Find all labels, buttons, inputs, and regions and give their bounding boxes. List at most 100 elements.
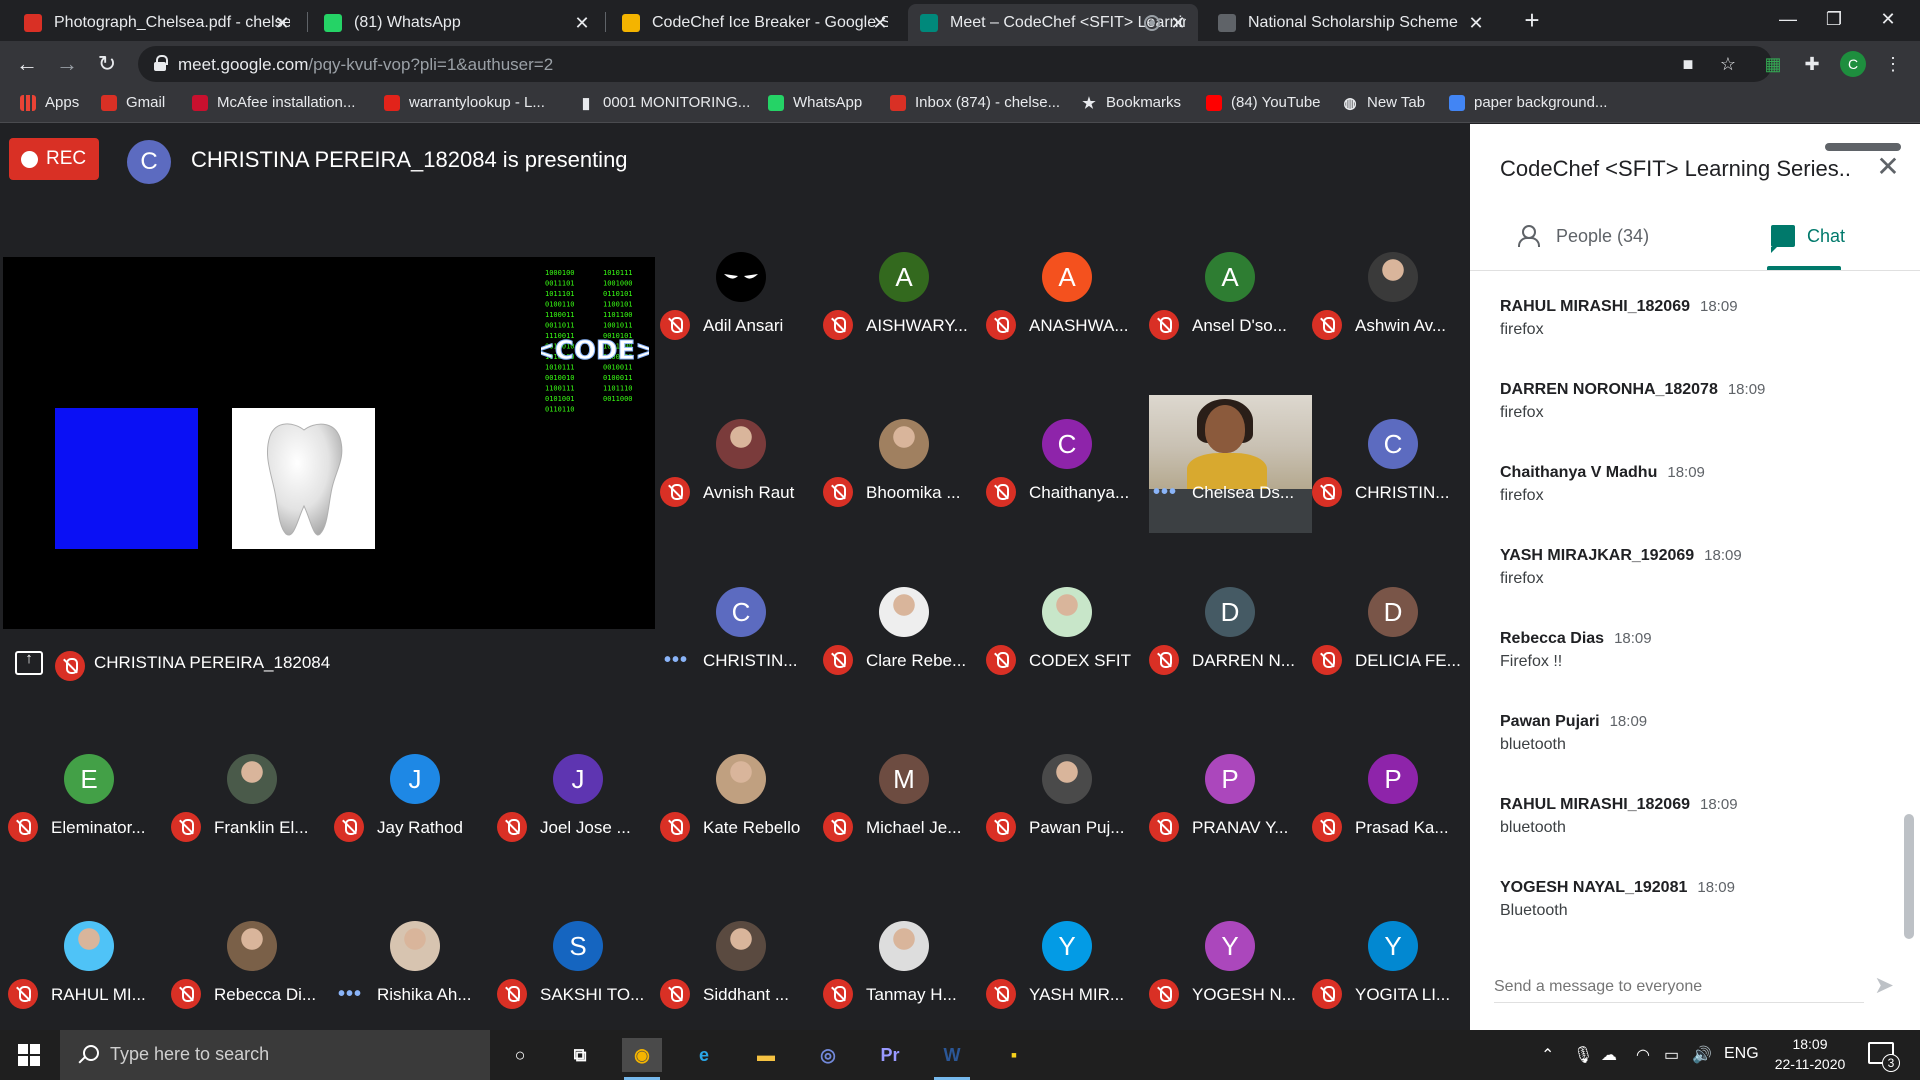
bookmark-item[interactable]: paper background... — [1449, 94, 1607, 111]
discord-icon[interactable]: ◎ — [808, 1038, 848, 1072]
address-bar[interactable]: meet.google.com/pqy-kvuf-vop?pli=1&authu… — [138, 46, 1772, 82]
browser-tab[interactable]: CodeChef Ice Breaker - Google Sheets✕ — [610, 4, 900, 41]
edge-icon[interactable]: e — [684, 1038, 724, 1072]
bookmark-item[interactable]: ▮ 0001 MONITORING... — [578, 94, 750, 112]
tab-chat[interactable]: Chat — [1771, 221, 1845, 253]
participant-tile[interactable]: Ashwin Av... — [1312, 228, 1475, 366]
more-options-dots-icon[interactable]: ••• — [664, 649, 688, 672]
tab-people[interactable]: People (34) — [1518, 221, 1649, 251]
windows-start-icon[interactable] — [18, 1044, 40, 1066]
input-language[interactable]: ENG — [1724, 1045, 1759, 1063]
more-options-dots-icon[interactable]: ••• — [1153, 481, 1177, 504]
participant-tile[interactable]: E Eleminator... — [8, 730, 171, 868]
onedrive-icon[interactable]: ☁ — [1601, 1045, 1617, 1065]
forward-button[interactable]: → — [52, 49, 82, 79]
back-button[interactable]: ← — [12, 49, 42, 79]
send-icon[interactable]: ➤ — [1870, 974, 1898, 998]
battery-icon[interactable]: ▭ — [1664, 1045, 1679, 1065]
chat-message-input[interactable] — [1494, 972, 1834, 1002]
browser-tab[interactable]: (81) WhatsApp ✕ — [312, 4, 602, 41]
wifi-icon[interactable]: ◠ — [1636, 1045, 1650, 1065]
participant-tile[interactable]: Rebecca Di... — [171, 897, 334, 1035]
word-icon[interactable]: W — [932, 1038, 972, 1080]
task-view-icon[interactable]: ⧉ — [560, 1038, 600, 1072]
close-tab-icon[interactable]: ✕ — [572, 13, 592, 34]
participant-tile[interactable]: Y YASH MIR... — [986, 897, 1149, 1035]
bookmark-item[interactable]: Inbox (874) - chelse... — [890, 94, 1060, 111]
extensions-puzzle-icon[interactable]: ✚ — [1799, 51, 1825, 77]
participant-tile[interactable]: D DARREN N... — [1149, 563, 1312, 701]
browser-tab[interactable]: National Scholarship Scheme ✕ — [1206, 4, 1496, 41]
participant-tile[interactable]: Adil Ansari — [660, 228, 823, 366]
participant-tile[interactable]: M Michael Je... — [823, 730, 986, 868]
clock-date[interactable]: 22-11-2020 — [1770, 1056, 1850, 1072]
participant-tile[interactable]: C ••• CHRISTIN... — [660, 563, 823, 701]
chrome-icon[interactable]: ◉ — [622, 1038, 662, 1080]
participant-tile[interactable]: RAHUL MI... — [8, 897, 171, 1035]
premiere-icon[interactable]: Pr — [870, 1038, 910, 1072]
minimize-button[interactable]: — — [1765, 0, 1811, 40]
camera-in-use-icon[interactable]: ■ — [1676, 52, 1700, 76]
bookmark-item[interactable]: (84) YouTube — [1206, 94, 1321, 111]
participant-tile[interactable]: ••• Chelsea Ds... — [1149, 395, 1312, 533]
close-tab-icon[interactable]: ✕ — [870, 13, 890, 34]
bookmark-item[interactable]: ★ Bookmarks — [1081, 94, 1181, 112]
reload-button[interactable]: ↻ — [92, 49, 122, 79]
participant-tile[interactable]: Tanmay H... — [823, 897, 986, 1035]
close-tab-icon[interactable]: ✕ — [1466, 13, 1486, 34]
bookmark-item[interactable]: Apps — [20, 94, 79, 111]
tray-overflow-icon[interactable]: ⌃ — [1541, 1045, 1554, 1065]
participant-tile[interactable]: S SAKSHI TO... — [497, 897, 660, 1035]
sheets-extension-icon[interactable]: ▦ — [1760, 51, 1786, 77]
participant-tile[interactable]: D DELICIA FE... — [1312, 563, 1475, 701]
close-panel-icon[interactable]: ✕ — [1873, 152, 1903, 182]
lock-icon[interactable] — [154, 55, 168, 71]
cortana-icon[interactable]: ○ — [500, 1038, 540, 1072]
volume-icon[interactable]: 🔊 — [1692, 1045, 1712, 1065]
browser-menu-icon[interactable]: ⋮ — [1880, 51, 1906, 77]
restore-button[interactable]: ❐ — [1811, 0, 1857, 40]
file-explorer-icon[interactable]: ▬ — [746, 1038, 786, 1072]
close-window-button[interactable]: ✕ — [1865, 0, 1911, 40]
participant-tile[interactable]: P PRANAV Y... — [1149, 730, 1312, 868]
participant-tile[interactable]: CODEX SFIT — [986, 563, 1149, 701]
sticky-notes-icon[interactable]: ▪ — [994, 1038, 1034, 1072]
new-tab-button[interactable]: + — [1517, 6, 1547, 36]
more-options-dots-icon[interactable]: ••• — [338, 983, 362, 1006]
participant-tile[interactable]: J Jay Rathod — [334, 730, 497, 868]
browser-tab[interactable]: Meet – CodeChef <SFIT> Learning Series✕ — [908, 4, 1198, 41]
participant-tile[interactable]: Kate Rebello — [660, 730, 823, 868]
participant-tile[interactable]: J Joel Jose ... — [497, 730, 660, 868]
bookmark-item[interactable]: Gmail — [101, 94, 165, 111]
browser-tab[interactable]: Photograph_Chelsea.pdf - chelsea ✕ — [12, 4, 302, 41]
microphone-icon[interactable]: 🎙 — [1573, 1045, 1593, 1065]
participant-tile[interactable]: C CHRISTIN... — [1312, 395, 1475, 533]
close-tab-icon[interactable]: ✕ — [272, 13, 292, 34]
participant-tile[interactable]: Bhoomika ... — [823, 395, 986, 533]
bookmark-item[interactable]: WhatsApp — [768, 94, 862, 111]
close-tab-icon[interactable]: ✕ — [1168, 13, 1188, 34]
bookmark-star-icon[interactable]: ☆ — [1716, 52, 1740, 76]
participant-tile[interactable]: Y YOGESH N... — [1149, 897, 1312, 1035]
participant-tile[interactable]: C Chaithanya... — [986, 395, 1149, 533]
participant-tile[interactable]: A AISHWARY... — [823, 228, 986, 366]
participant-tile[interactable]: P Prasad Ka... — [1312, 730, 1475, 868]
participant-tile[interactable]: Y YOGITA LI... — [1312, 897, 1475, 1035]
participant-tile[interactable]: Clare Rebe... — [823, 563, 986, 701]
chat-scrollbar[interactable] — [1904, 814, 1914, 939]
participant-tile[interactable]: A ANASHWA... — [986, 228, 1149, 366]
profile-avatar[interactable]: C — [1840, 51, 1866, 77]
participant-tile[interactable]: Siddhant ... — [660, 897, 823, 1035]
participant-tile[interactable]: Franklin El... — [171, 730, 334, 868]
screen-share-tile[interactable]: 1000100 0011101 1011101 0100110 1100011 00110… — [3, 257, 658, 698]
participant-tile[interactable]: ••• Rishika Ah... — [334, 897, 497, 1035]
bookmark-item[interactable]: McAfee installation... — [192, 94, 355, 111]
bookmark-item[interactable]: ◍ New Tab — [1342, 94, 1425, 112]
clock-time[interactable]: 18:09 — [1790, 1036, 1830, 1052]
taskbar-search-box[interactable]: Type here to search — [60, 1030, 490, 1080]
participant-tile[interactable]: Avnish Raut — [660, 395, 823, 533]
url-text[interactable]: meet.google.com/pqy-kvuf-vop?pli=1&authu… — [178, 55, 553, 75]
participant-tile[interactable]: A Ansel D'so... — [1149, 228, 1312, 366]
bookmark-item[interactable]: warrantylookup - L... — [384, 94, 545, 111]
participant-tile[interactable]: Pawan Puj... — [986, 730, 1149, 868]
